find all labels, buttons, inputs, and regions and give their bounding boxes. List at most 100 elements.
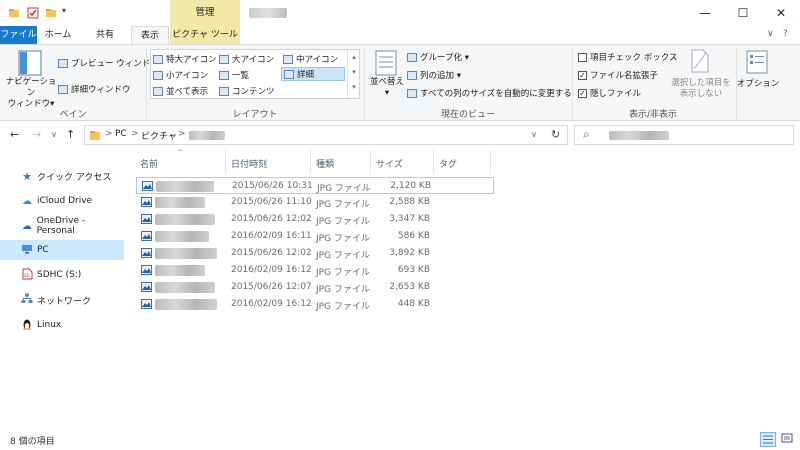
nav-linux[interactable]: Linux	[0, 315, 124, 335]
file-extensions-label: ファイル名拡張子	[590, 71, 659, 81]
up-button[interactable]: ↑	[66, 128, 75, 141]
content-icon	[219, 86, 229, 96]
tab-picture-tools[interactable]: ピクチャ ツール	[170, 26, 240, 44]
options-button[interactable]: オプション	[736, 77, 780, 89]
nav-item-label: Linux	[37, 320, 62, 330]
address-dropdown-button[interactable]: ∨	[531, 130, 537, 139]
large-icons-view-button[interactable]	[780, 432, 796, 447]
properties-check-icon[interactable]	[27, 7, 39, 19]
file-size: 448 KB	[397, 299, 430, 309]
layout-small-icons[interactable]: 小アイコン	[153, 69, 208, 81]
layout-extra-large-icons[interactable]: 特大アイコン	[153, 53, 217, 65]
context-tab-manage[interactable]: 管理	[170, 0, 240, 26]
file-size: 2,588 KB	[389, 197, 430, 207]
breadcrumb-pictures[interactable]: ピクチャ	[141, 129, 177, 142]
tab-file[interactable]: ファイル	[0, 26, 37, 44]
sort-by-icon	[375, 50, 397, 76]
column-header-date[interactable]: 日付時刻	[231, 157, 267, 170]
layout-medium-icons[interactable]: 中アイコン	[283, 53, 338, 65]
layout-large-icons[interactable]: 大アイコン	[219, 53, 274, 65]
nav-onedrive[interactable]: ☁ OneDrive - Personal	[0, 216, 124, 236]
breadcrumb-folder-redacted[interactable]	[189, 131, 225, 140]
recent-locations-button[interactable]: ∨	[51, 130, 57, 139]
layout-tiles[interactable]: 並べて表示	[153, 85, 208, 97]
file-row[interactable]: 2015/06/26 10:31 JPG ファイル 2,120 KB	[136, 177, 494, 194]
hide-selected-button[interactable]: 選択した項目を 表示しない	[668, 78, 734, 100]
nav-sdhc[interactable]: SD SDHC (S:)	[0, 265, 124, 285]
nav-network[interactable]: ネットワーク	[0, 290, 124, 310]
tab-home[interactable]: ホーム	[37, 26, 79, 44]
breadcrumb-pc[interactable]: PC	[115, 129, 127, 139]
group-label-layout: レイアウト	[232, 110, 278, 120]
group-by-icon	[407, 52, 417, 62]
search-input[interactable]: ⌕	[574, 125, 794, 145]
layout-gallery-scroll[interactable]: ▴ ▾ ▾	[347, 50, 360, 98]
large-icons-icon	[219, 54, 229, 64]
hidden-items-toggle[interactable]: ✓ 隠しファイル	[578, 87, 641, 99]
sort-by-button[interactable]: 並べ替え ▾	[368, 77, 406, 99]
help-icon[interactable]: ?	[783, 29, 788, 39]
column-header-type[interactable]: 種類	[316, 157, 334, 170]
details-pane-button[interactable]: 詳細ウィンドウ	[58, 83, 131, 95]
breadcrumb-separator: >	[178, 129, 186, 139]
close-button[interactable]: ✕	[762, 0, 800, 26]
file-row[interactable]: 2016/02/09 16:12 JPG ファイル 693 KB	[136, 262, 494, 279]
file-row[interactable]: 2015/06/26 11:10 JPG ファイル 2,588 KB	[136, 194, 494, 211]
large-icons-view-icon	[781, 433, 793, 443]
tab-view[interactable]: 表示	[131, 26, 169, 44]
sort-indicator-icon: ^	[177, 148, 184, 157]
layout-gallery: 特大アイコン 大アイコン 中アイコン 小アイコン 一覧 詳細 並べて表示 コンテ…	[150, 49, 360, 99]
add-columns-button[interactable]: 列の追加 ▾	[407, 69, 461, 81]
file-type: JPG ファイル	[316, 234, 370, 244]
add-columns-label: 列の追加 ▾	[420, 71, 461, 81]
column-header-name[interactable]: 名前	[140, 157, 158, 170]
layout-list[interactable]: 一覧	[219, 69, 249, 81]
options-icon	[746, 50, 768, 74]
column-header-size[interactable]: サイズ	[376, 157, 403, 170]
preview-pane-button[interactable]: プレビュー ウィンドウ	[58, 57, 159, 69]
jpg-file-icon	[141, 214, 152, 224]
nav-pc[interactable]: PC	[0, 240, 124, 260]
forward-button[interactable]: →	[32, 128, 41, 141]
file-extensions-toggle[interactable]: ✓ ファイル名拡張子	[578, 69, 658, 81]
collapse-ribbon-icon[interactable]: ∨	[767, 29, 774, 39]
file-name-redacted	[156, 181, 214, 192]
item-check-boxes-toggle[interactable]: 項目チェック ボックス	[578, 51, 677, 63]
file-row[interactable]: 2016/02/09 16:12 JPG ファイル 448 KB	[136, 296, 494, 313]
file-row[interactable]: 2015/06/26 12:07 JPG ファイル 2,653 KB	[136, 279, 494, 296]
navigation-pane-button[interactable]: ナビゲーション ウィンドウ▾	[2, 77, 60, 110]
layout-content[interactable]: コンテンツ	[219, 85, 275, 97]
column-divider[interactable]	[490, 150, 491, 174]
maximize-button[interactable]: ☐	[724, 0, 762, 26]
new-folder-icon[interactable]	[45, 7, 57, 19]
column-divider[interactable]	[225, 150, 226, 174]
column-divider[interactable]	[310, 150, 311, 174]
column-header-tag[interactable]: タグ	[439, 157, 457, 170]
file-row[interactable]: 2015/06/26 12:02 JPG ファイル 3,347 KB	[136, 211, 494, 228]
medium-icons-icon	[283, 54, 293, 64]
file-row[interactable]: 2015/06/26 12:02 JPG ファイル 3,892 KB	[136, 245, 494, 262]
column-divider[interactable]	[433, 150, 434, 174]
back-button[interactable]: ←	[10, 128, 19, 141]
nav-icloud-drive[interactable]: ☁ iCloud Drive	[0, 191, 124, 211]
tiles-icon	[153, 86, 163, 96]
tab-share[interactable]: 共有	[79, 26, 131, 44]
file-type: JPG ファイル	[316, 217, 370, 227]
details-view-button[interactable]	[760, 432, 776, 447]
list-icon	[219, 70, 229, 80]
status-bar: 8 個の項目	[0, 430, 800, 450]
layout-details[interactable]: 詳細	[281, 67, 345, 81]
details-pane-label: 詳細ウィンドウ	[71, 85, 131, 95]
nav-item-label: SDHC (S:)	[37, 270, 82, 280]
group-label-pane: ペイン	[59, 110, 87, 120]
size-all-columns-button[interactable]: すべての列のサイズを自動的に変更する	[407, 87, 572, 99]
file-row[interactable]: 2016/02/09 16:11 JPG ファイル 586 KB	[136, 228, 494, 245]
customize-qat-chevron-icon[interactable]: ▾	[62, 6, 66, 15]
refresh-button[interactable]: ↻	[551, 128, 560, 141]
group-by-button[interactable]: グループ化 ▾	[407, 51, 469, 63]
file-size: 586 KB	[397, 231, 430, 241]
address-bar[interactable]: > PC > ピクチャ > ∨ ↻	[84, 125, 568, 145]
column-divider[interactable]	[370, 150, 371, 174]
nav-quick-access[interactable]: ★ クイック アクセス	[0, 166, 124, 186]
minimize-button[interactable]: —	[686, 0, 724, 26]
